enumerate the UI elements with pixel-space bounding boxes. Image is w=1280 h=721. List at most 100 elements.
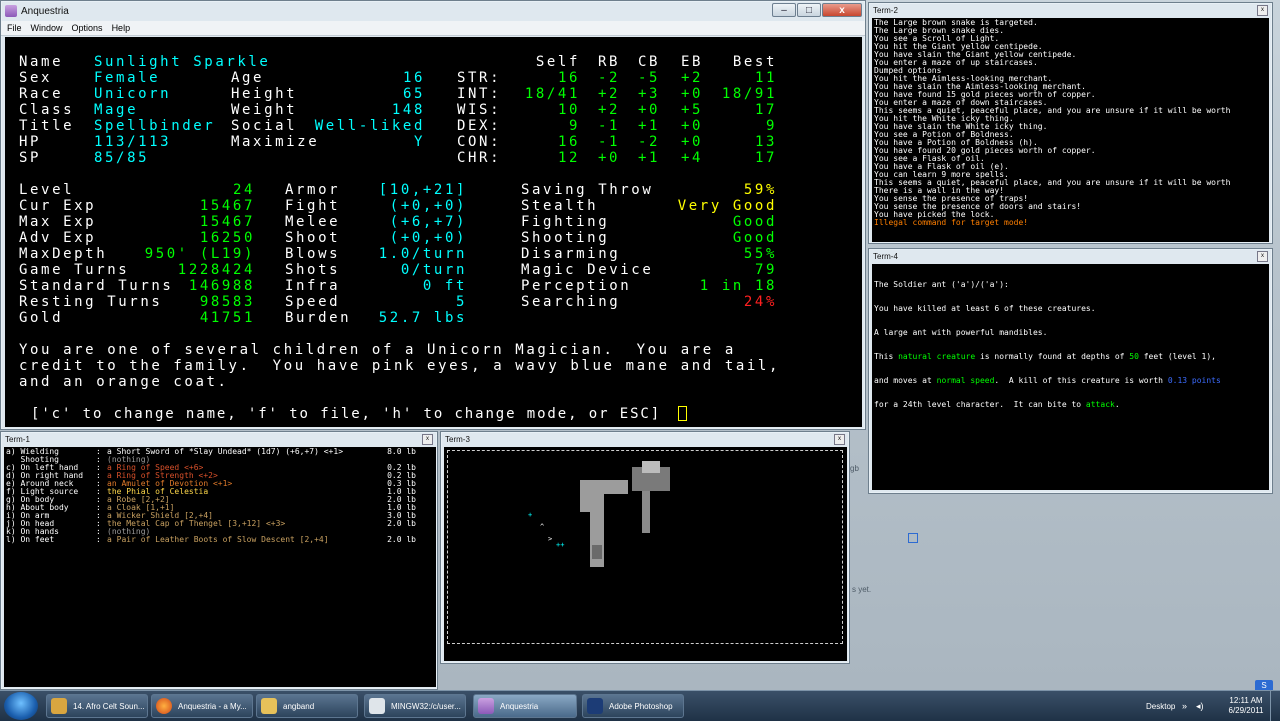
stat-cb: -2 xyxy=(637,134,660,150)
stat-self: 9 xyxy=(568,118,580,134)
monster-recall-text: The Soldier ant ('a')/('a'): You have ki… xyxy=(874,265,1221,425)
taskbar-item-photoshop[interactable]: Adobe Photoshop xyxy=(582,694,684,718)
term3-window: Term-3 x + ^ > ++ xyxy=(440,431,850,664)
combat-value: (+6,+7) xyxy=(389,214,467,230)
stat-name: DEX: xyxy=(457,118,502,134)
menu-options[interactable]: Options xyxy=(72,23,103,33)
taskbar-label: Adobe Photoshop xyxy=(609,701,673,711)
label-social: Social xyxy=(231,118,298,134)
term2-titlebar[interactable]: Term-2 x xyxy=(869,3,1272,17)
stat-cb: +0 xyxy=(637,102,660,118)
combat-value: 5 xyxy=(455,294,467,310)
taskbar-item-angband-folder[interactable]: angband xyxy=(256,694,358,718)
term1-close-icon[interactable]: x xyxy=(422,434,433,445)
skill-label: Perception xyxy=(521,278,632,294)
label-sex: Sex xyxy=(19,70,53,86)
equipment-list[interactable]: a) Wielding: a Short Sword of *Slay Undea… xyxy=(4,447,436,687)
taskbar-item-music[interactable]: 14. Afro Celt Soun... xyxy=(46,694,148,718)
stat-best: 17 xyxy=(754,102,777,118)
history-line-2: credit to the family. You have pink eyes… xyxy=(19,358,780,374)
equipment-item: a Pair of Leather Boots of Slow Descent … xyxy=(107,535,329,544)
background-text-yet: s yet. xyxy=(852,585,872,594)
combat-label: Speed xyxy=(285,294,341,310)
stat-self: 16 xyxy=(557,70,580,86)
main-terminal[interactable]: Name Sex Race Class Title HP SP Sunlight… xyxy=(5,37,862,427)
show-desktop-button[interactable] xyxy=(1270,691,1280,721)
value-title: Spellbinder xyxy=(94,118,216,134)
stat-eb: +2 xyxy=(680,70,703,86)
recall-points: 0.13 points xyxy=(1167,376,1221,385)
background-icon xyxy=(908,533,918,543)
stat-eb: +4 xyxy=(680,150,703,166)
stat-best: 17 xyxy=(754,150,777,166)
recall-text: is normally found at depths of xyxy=(975,352,1130,361)
stat-name: STR: xyxy=(457,70,502,86)
clock-time: 12:11 AM xyxy=(1229,696,1263,705)
stat-cb: +1 xyxy=(637,150,660,166)
monster-recall[interactable]: The Soldier ant ('a')/('a'): You have ki… xyxy=(872,264,1269,490)
term1-title: Term-1 xyxy=(5,434,30,444)
term4-close-icon[interactable]: x xyxy=(1257,251,1268,262)
value-race: Unicorn xyxy=(94,86,172,102)
history-line-1: You are one of several children of a Uni… xyxy=(19,342,736,358)
progress-label: Game Turns xyxy=(19,262,130,278)
skill-value: 1 in 18 xyxy=(699,278,777,294)
message-list: The Large brown snake is targeted. The La… xyxy=(874,19,1230,227)
main-window-titlebar[interactable]: Anquestria – □ x xyxy=(1,1,865,21)
minimize-button[interactable]: – xyxy=(772,3,796,17)
term4-titlebar[interactable]: Term-4 x xyxy=(869,249,1272,263)
recall-text: . A kill of this creature is worth xyxy=(994,376,1168,385)
clock-date: 6/29/2011 xyxy=(1228,706,1264,715)
label-title: Title xyxy=(19,118,75,134)
term4-window: Term-4 x The Soldier ant ('a')/('a'): You… xyxy=(868,248,1273,494)
menu-file[interactable]: File xyxy=(7,23,22,33)
term3-close-icon[interactable]: x xyxy=(834,434,845,445)
maximize-button[interactable]: □ xyxy=(797,3,821,17)
label-class: Class xyxy=(19,102,75,118)
message-log[interactable]: The Large brown snake is targeted. The La… xyxy=(872,18,1269,242)
progress-label: Gold xyxy=(19,310,64,326)
skill-value: 59% xyxy=(743,182,777,198)
combat-label: Burden xyxy=(285,310,352,326)
menu-window[interactable]: Window xyxy=(31,23,63,33)
close-button[interactable]: x xyxy=(822,3,862,17)
stat-name: CHR: xyxy=(457,150,502,166)
taskbar-item-anquestria[interactable]: Anquestria xyxy=(473,694,577,718)
dungeon-map[interactable]: + ^ > ++ xyxy=(444,447,847,661)
equipment-weight: 8.0 lb xyxy=(387,447,416,456)
desktop-toolbar[interactable]: Desktop xyxy=(1146,691,1175,721)
skill-value: 24% xyxy=(743,294,777,310)
term3-title: Term-3 xyxy=(445,434,470,444)
map-glyph: ++ xyxy=(556,541,565,549)
progress-value: 24 xyxy=(232,182,255,198)
menu-help[interactable]: Help xyxy=(112,23,131,33)
recall-text: for a 24th level character. It can bite … xyxy=(874,400,1086,409)
progress-value: 15467 xyxy=(199,198,255,214)
label-weight: Weight xyxy=(231,102,298,118)
progress-label: Adv Exp xyxy=(19,230,97,246)
term3-titlebar[interactable]: Term-3 x xyxy=(441,432,849,446)
music-player-icon xyxy=(51,698,67,714)
combat-value: 52.7 lbs xyxy=(378,310,467,326)
tray-chevron-icon[interactable]: » xyxy=(1182,691,1187,721)
map-corridor xyxy=(598,480,628,494)
combat-value: 0/turn xyxy=(400,262,467,278)
stat-self: 12 xyxy=(557,150,580,166)
volume-icon[interactable]: ◂) xyxy=(1196,691,1204,721)
clock[interactable]: 12:11 AM 6/29/2011 xyxy=(1226,696,1266,716)
taskbar-item-mingw[interactable]: MINGW32:/c/user... xyxy=(364,694,466,718)
progress-value: 15467 xyxy=(199,214,255,230)
label-hp: HP xyxy=(19,134,42,150)
term2-close-icon[interactable]: x xyxy=(1257,5,1268,16)
combat-label: Armor xyxy=(285,182,341,198)
equipment-separator: : xyxy=(96,535,101,544)
label-race: Race xyxy=(19,86,64,102)
value-weight: 148 xyxy=(391,102,425,118)
taskbar-item-firefox[interactable]: Anquestria - a My... xyxy=(151,694,253,718)
start-button[interactable] xyxy=(4,692,38,720)
recall-natural: natural creature xyxy=(898,352,976,361)
taskbar-label: Anquestria xyxy=(500,701,539,711)
skill-value: 79 xyxy=(754,262,777,278)
term1-titlebar[interactable]: Term-1 x xyxy=(1,432,437,446)
history-line-3: and an orange coat. xyxy=(19,374,229,390)
